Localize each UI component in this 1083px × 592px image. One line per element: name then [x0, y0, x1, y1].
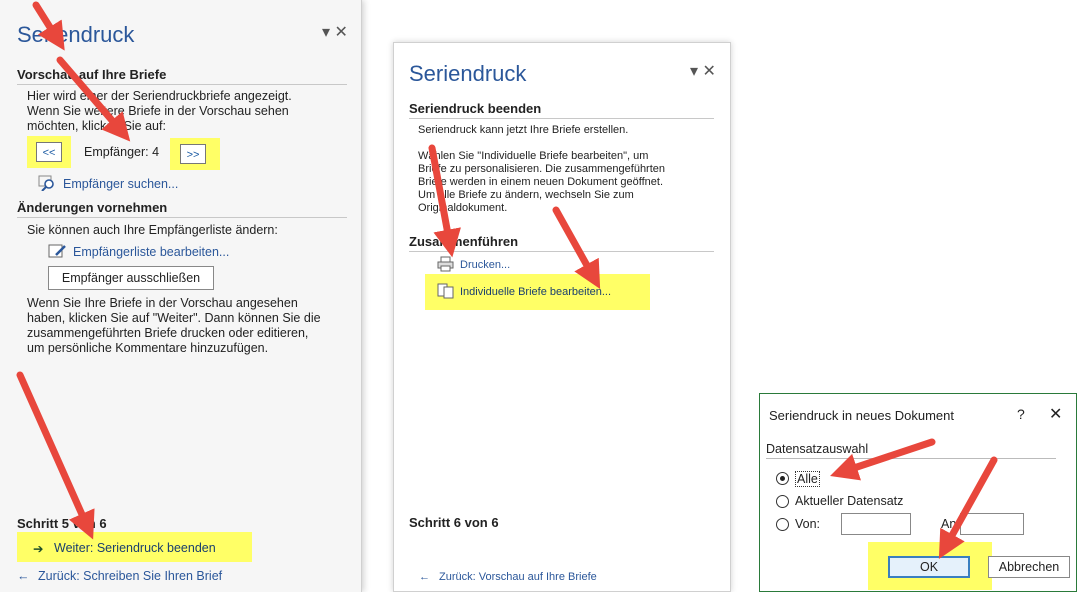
back-arrow-icon: ←	[17, 569, 30, 583]
finish-para-line3: Briefe werden in einem neuen Dokument ge…	[418, 176, 664, 188]
pane-close-controls[interactable]: ▾ ✕	[690, 61, 716, 81]
record-selection-group: Datensatzauswahl	[766, 442, 1056, 459]
help-button[interactable]: ?	[1017, 406, 1025, 422]
pane-title: Seriendruck	[409, 61, 527, 86]
edit-list-icon	[48, 244, 66, 258]
close-icon[interactable]: ✕	[1049, 404, 1062, 424]
radio-from-label[interactable]: Von:	[795, 517, 820, 531]
to-label: An:	[941, 517, 960, 531]
section-merge-heading: Zusammenführen	[409, 234, 714, 252]
info-text-line1: Wenn Sie Ihre Briefe in der Vorschau ang…	[27, 296, 298, 310]
radio-all[interactable]	[776, 472, 789, 485]
finish-para-line4: Um alle Briefe zu ändern, wechseln Sie z…	[418, 189, 634, 201]
radio-current-label[interactable]: Aktueller Datensatz	[795, 494, 903, 508]
print-link[interactable]: Drucken...	[460, 259, 510, 271]
merge-to-new-document-dialog: Seriendruck in neues Dokument ? ✕ Datens…	[759, 393, 1077, 592]
edit-individual-letters-link[interactable]: Individuelle Briefe bearbeiten...	[460, 286, 611, 298]
edit-recipient-list-link[interactable]: Empfängerliste bearbeiten...	[73, 245, 229, 259]
preview-text-line2: Wenn Sie weitere Briefe in der Vorschau …	[27, 104, 289, 118]
finish-para-line5: Originaldokument.	[418, 202, 508, 214]
radio-current-record[interactable]	[776, 495, 789, 508]
cancel-button[interactable]: Abbrechen	[988, 556, 1070, 578]
task-pane-step6: Seriendruck ▾ ✕ Seriendruck beenden Seri…	[393, 42, 731, 592]
preview-text-line1: Hier wird einer der Seriendruckbriefe an…	[27, 89, 292, 103]
preview-text-line3: möchten, klicken Sie auf:	[27, 119, 166, 133]
ok-button[interactable]: OK	[888, 556, 970, 578]
section-finish-heading: Seriendruck beenden	[409, 101, 714, 119]
back-arrow-icon: ←	[419, 571, 430, 583]
finish-para-line2: Briefe zu personalisieren. Die zusammeng…	[418, 163, 666, 175]
back-step-link[interactable]: Zurück: Vorschau auf Ihre Briefe	[439, 571, 597, 583]
next-recipient-button[interactable]: >>	[180, 144, 206, 164]
dialog-title: Seriendruck in neues Dokument	[769, 408, 954, 423]
find-recipient-link[interactable]: Empfänger suchen...	[63, 177, 178, 191]
previous-recipient-button[interactable]: <<	[36, 142, 62, 162]
next-step-link[interactable]: Weiter: Seriendruck beenden	[54, 541, 216, 555]
step-indicator: Schritt 5 von 6	[17, 516, 107, 531]
finish-text: Seriendruck kann jetzt Ihre Briefe erste…	[418, 124, 629, 136]
search-recipient-icon	[38, 175, 54, 191]
pane-title: Seriendruck	[17, 22, 135, 47]
to-input[interactable]	[960, 513, 1024, 535]
print-icon	[437, 256, 454, 272]
step-indicator: Schritt 6 von 6	[409, 515, 499, 530]
radio-all-label[interactable]: Alle	[795, 471, 820, 487]
info-text-line3: zusammengeführten Briefe drucken oder ed…	[27, 326, 309, 340]
info-text-line4: um persönliche Kommentare hinzuzufügen.	[27, 341, 269, 355]
back-step-link[interactable]: Zurück: Schreiben Sie Ihren Brief	[38, 569, 222, 583]
from-input[interactable]	[841, 513, 911, 535]
finish-para-line1: Wählen Sie "Individuelle Briefe bearbeit…	[418, 150, 649, 162]
exclude-recipient-button[interactable]: Empfänger ausschließen	[48, 266, 214, 290]
pane-close-controls[interactable]: ▾ ✕	[322, 22, 348, 42]
task-pane-step5: Seriendruck ▾ ✕ Vorschau auf Ihre Briefe…	[0, 0, 362, 592]
next-step-arrow-icon: ➔	[33, 542, 44, 556]
changes-text: Sie können auch Ihre Empfängerliste ände…	[27, 223, 278, 237]
section-changes-heading: Änderungen vornehmen	[17, 200, 347, 218]
section-preview-heading: Vorschau auf Ihre Briefe	[17, 67, 347, 85]
recipient-counter: Empfänger: 4	[84, 145, 160, 159]
info-text-line2: haben, klicken Sie auf "Weiter". Dann kö…	[27, 311, 321, 325]
edit-letters-icon	[437, 283, 454, 299]
radio-from[interactable]	[776, 518, 789, 531]
